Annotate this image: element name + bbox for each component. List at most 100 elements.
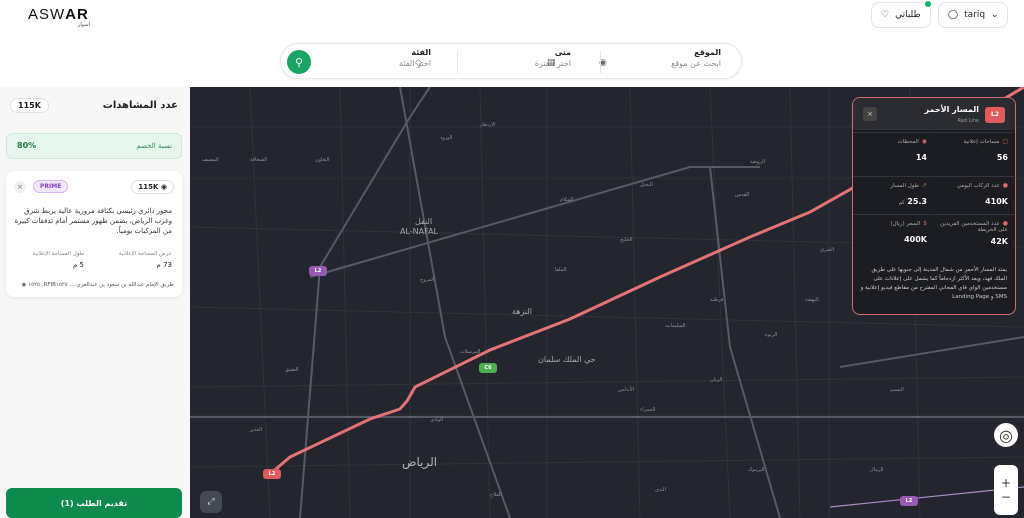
search-bar: الموقع ابحث عن موقع ◉ متى اختر الفترة ▤ … [280,43,742,79]
map-label: الغدير [250,427,263,433]
map-label: الخليج [620,237,633,243]
user-icon: ● [1002,220,1008,227]
info-subtitle: Red Line [957,118,979,124]
map-label-nuzha: النزهة [512,307,532,316]
card-location: طريق الإمام عبدالله بن سعود بن عبدالعزي.… [21,282,174,288]
map-label-nafal-ar: النفل [415,217,433,226]
notification-dot [925,1,931,7]
orders-label: طلباتي [895,10,921,20]
map-label: الريان [710,377,723,383]
card-stat-length: طول المساحة الإعلانية 5 م [32,251,84,269]
map-label: النسيم [890,387,904,393]
bell-icon: ♡ [881,10,890,20]
divider [457,51,458,73]
map-label: الرمال [870,467,884,473]
info-title: المسار الأحمر [924,105,979,114]
station-shield[interactable]: C6 [479,363,497,373]
left-panel: عدد المشاهدات 115K نسبة الخصم 80% × PRIM… [0,87,190,518]
map-label-alnafal: AL-NAFAL [400,227,438,236]
pin-icon: ◉ [21,282,27,288]
map-label: التعاون [315,157,330,163]
stat-ads: ▢مساحات إعلانية 56 [934,132,1014,170]
map-label-king-salman: حي الملك سلمان [538,355,596,364]
card-description: محور دائري رئيسي بكثافة مرورية عالية يرب… [14,207,173,235]
map-label: السليمانية [665,323,686,329]
map-label: الوادي [430,417,444,423]
billboard-icon: ▢ [1002,138,1008,145]
category-label: الفئة [411,48,431,57]
zoom-in-button[interactable]: + [1001,476,1011,490]
fullscreen-icon[interactable]: ⤢ [200,491,222,513]
map-label: الصحافة [250,157,268,163]
route-icon: ↗ [921,182,927,189]
card-stat-width: عرض المساحة الإعلانية 73 م [118,251,172,269]
stat-unique-users: ●عدد المستخدمين الفريدين على الخريطة 42K [934,214,1014,260]
submit-request-button[interactable]: تقديم الطلب (1) [6,488,182,518]
close-icon[interactable]: × [14,181,26,193]
top-header: ASWAR أسوار ♡ طلباتي ◯ tariq ⌄ [0,0,1024,36]
logo-subtitle: أسوار [78,22,90,28]
card-views-badge: 115K ◉ [131,180,174,194]
map-label-riyadh: الرياض [402,455,438,469]
locate-icon[interactable]: ◎ [994,423,1018,447]
when-field[interactable]: متى اختر الفترة ▤ [451,48,571,76]
stat-price: $السعر (ريال) 400K [853,214,933,260]
info-description: يمتد المسار الأحمر من شمال المدينة إلى ج… [860,267,1007,300]
users-icon: ● [1002,182,1008,189]
line-badge: L2 [985,107,1005,123]
map-label: اليرموك [748,467,765,473]
map-label: القدس [735,192,750,198]
map-label: النهضة [805,297,819,303]
search-button[interactable]: ⚲ [287,50,311,74]
line-shield[interactable]: L2 [900,496,918,506]
map-label: المصيف [202,157,219,163]
discount-box: نسبة الخصم 80% [6,133,182,159]
location-label: الموقع [694,48,721,57]
map-label: الورود [440,135,453,141]
stat-stations: ◉المحطات 14 [853,132,933,170]
route-info-panel: L2 المسار الأحمر Red Line × ▢مساحات إعلا… [852,97,1016,315]
map-label: السلام [560,197,574,203]
close-icon[interactable]: × [863,107,877,121]
map-label: الملقا [555,267,567,273]
map-label: قرطبة [710,297,724,303]
location-field[interactable]: الموقع ابحث عن موقع ◉ [599,48,721,76]
map-label: الندى [655,487,666,493]
map-label: النخيل [640,182,653,188]
ad-card[interactable]: × PRIME 115K ◉ محور دائري رئيسي بكثافة م… [6,171,182,297]
info-header: L2 المسار الأحمر Red Line × [853,98,1015,130]
user-menu-button[interactable]: ◯ tariq ⌄ [938,2,1008,28]
price-icon: $ [923,220,927,227]
zoom-out-button[interactable]: − [1001,490,1011,504]
when-label: متى [554,48,571,57]
map-label: الفلاح [490,492,502,498]
map-label: الازدهار [480,122,496,128]
map-label: الشرق [820,247,835,253]
chevron-down-icon: ⌄ [991,10,999,20]
map-label: الأندلس [618,387,635,393]
user-icon: ◯ [948,10,959,20]
line-shield[interactable]: L2 [263,469,281,479]
stat-daily-riders: ●عدد الركاب اليومي 410K [934,176,1014,214]
map-label: الربوة [765,332,778,338]
calendar-icon: ▤ [547,58,556,68]
category-field[interactable]: الفئة اختر الفئة ◇ [321,48,431,76]
map-label: الحمراء [640,407,656,413]
search-icon: ⚲ [294,55,304,69]
logo[interactable]: ASWAR [28,6,89,23]
discount-label: نسبة الخصم [136,142,172,150]
orders-button[interactable]: ♡ طلباتي [871,2,931,28]
map-label: الروضة [750,159,766,165]
pin-icon: ◉ [921,138,927,145]
prime-badge: PRIME [33,180,69,193]
map-label: المروج [420,277,435,283]
user-name: tariq [964,10,986,20]
eye-icon: ◉ [160,183,167,191]
location-input[interactable]: ابحث عن موقع [601,59,721,68]
discount-value: 80% [17,141,37,150]
map-label: المرسلات [460,349,481,355]
line-shield[interactable]: L2 [309,266,327,276]
views-total-badge: 115K [10,98,49,113]
tag-icon: ◇ [415,58,422,68]
zoom-controls: + − [994,465,1018,515]
